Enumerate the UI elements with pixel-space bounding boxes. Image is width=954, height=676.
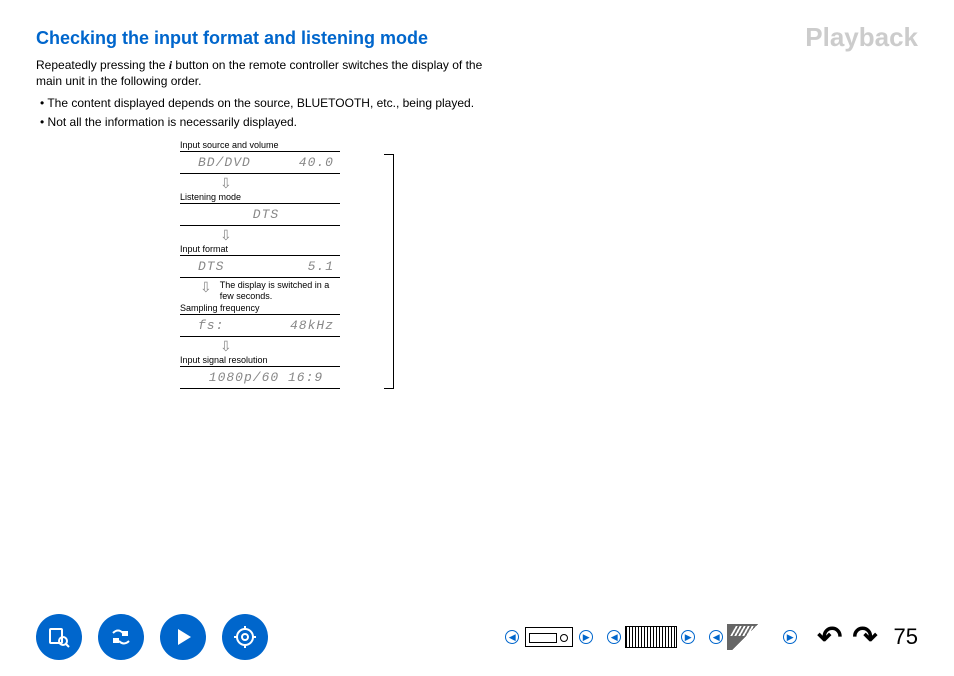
page-controls: ↶ ↷ 75 — [817, 620, 918, 655]
list-item: Not all the information is necessarily d… — [40, 114, 500, 130]
label-input-format: Input format — [180, 244, 380, 254]
page-number: 75 — [894, 624, 918, 650]
connections-icon[interactable] — [98, 614, 144, 660]
label-input-source: Input source and volume — [180, 140, 380, 150]
display-value: 48kHz — [290, 318, 334, 333]
display-value: DTS — [253, 207, 279, 222]
chevron-right-icon[interactable]: ▶ — [681, 630, 695, 644]
display-row: fs: 48kHz — [180, 314, 340, 337]
display-row: DTS 5.1 — [180, 255, 340, 278]
back-icon[interactable]: ↶ — [817, 620, 842, 655]
play-icon[interactable] — [160, 614, 206, 660]
label-sampling-freq: Sampling frequency — [180, 303, 380, 313]
bottom-nav: ◀ ▶ ◀ ▶ ◀ ▶ ↶ ↷ 75 — [0, 614, 954, 660]
down-arrow-icon: ⇩ — [220, 339, 232, 353]
display-row: 1080p/60 16:9 — [180, 366, 340, 389]
display-value: DTS — [198, 259, 224, 274]
chevron-right-icon[interactable]: ▶ — [579, 630, 593, 644]
nav-section-icons — [36, 614, 268, 660]
front-panel-nav[interactable]: ◀ ▶ — [505, 622, 593, 652]
loop-bracket — [384, 154, 394, 390]
down-arrow-icon: ⇩ — [220, 176, 232, 190]
label-listening-mode: Listening mode — [180, 192, 380, 202]
nav-device-views: ◀ ▶ ◀ ▶ ◀ ▶ — [505, 622, 797, 652]
intro-text: Repeatedly pressing the i button on the … — [36, 57, 496, 89]
display-value: 40.0 — [299, 155, 334, 170]
notes-list: The content displayed depends on the sou… — [40, 95, 500, 129]
down-arrow-icon: ⇩ — [200, 280, 212, 294]
switch-note: The display is switched in a few seconds… — [220, 280, 340, 302]
rear-panel-nav[interactable]: ◀ ▶ — [607, 622, 695, 652]
rear-panel-icon — [624, 622, 678, 652]
settings-icon[interactable] — [222, 614, 268, 660]
display-value: BD/DVD — [198, 155, 251, 170]
section-watermark: Playback — [805, 22, 918, 53]
display-value: 1080p/60 16:9 — [209, 370, 323, 385]
front-panel-icon — [522, 622, 576, 652]
chevron-left-icon[interactable]: ◀ — [505, 630, 519, 644]
display-row: BD/DVD 40.0 — [180, 151, 340, 174]
display-value: 5.1 — [308, 259, 334, 274]
display-value: fs: — [198, 318, 224, 333]
list-item: The content displayed depends on the sou… — [40, 95, 500, 111]
page-title: Checking the input format and listening … — [36, 28, 918, 49]
chevron-left-icon[interactable]: ◀ — [607, 630, 621, 644]
remote-nav[interactable]: ◀ ▶ — [709, 622, 797, 652]
label-signal-res: Input signal resolution — [180, 355, 380, 365]
chevron-right-icon[interactable]: ▶ — [783, 630, 797, 644]
display-sequence-diagram: Input source and volume BD/DVD 40.0 ⇩ Li… — [180, 140, 380, 390]
down-arrow-icon: ⇩ — [220, 228, 232, 242]
intro-before: Repeatedly pressing the — [36, 58, 169, 72]
manual-search-icon[interactable] — [36, 614, 82, 660]
remote-icon — [726, 622, 780, 652]
chevron-left-icon[interactable]: ◀ — [709, 630, 723, 644]
display-row: DTS — [180, 203, 340, 226]
forward-icon[interactable]: ↷ — [852, 620, 877, 655]
